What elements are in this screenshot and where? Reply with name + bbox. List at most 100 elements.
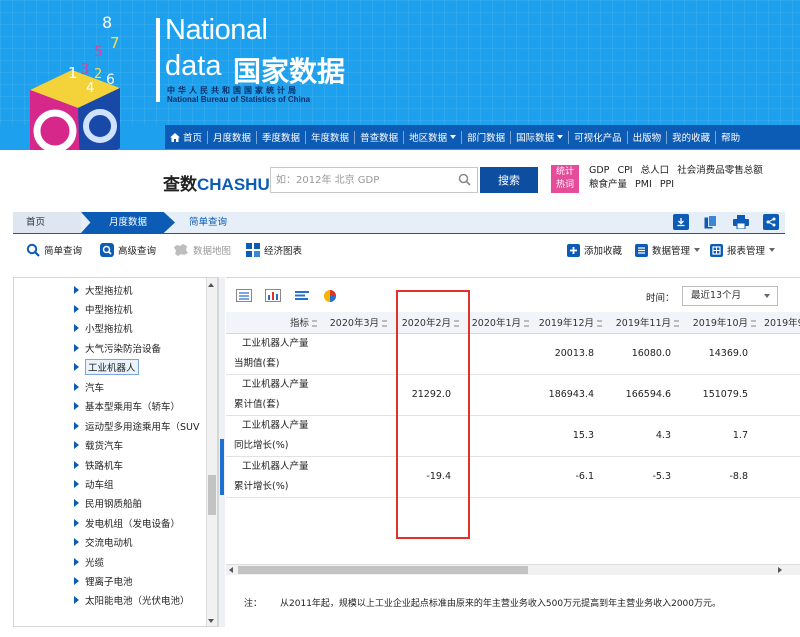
hot-word-link[interactable]: CPI xyxy=(617,165,632,176)
nav-item-monthly[interactable]: 月度数据 xyxy=(208,130,256,144)
copy-icon[interactable] xyxy=(703,214,719,230)
tree-item[interactable]: 运动型多用途乘用车（SUV xyxy=(74,418,199,434)
hot-word-link[interactable]: GDP xyxy=(589,165,609,176)
column-header[interactable]: 2019年11月 xyxy=(606,312,683,334)
nav-item-publications[interactable]: 出版物 xyxy=(628,130,667,144)
svg-text:4: 4 xyxy=(86,81,94,96)
hot-word-link[interactable]: PMI xyxy=(635,179,652,190)
tree-item[interactable]: 发电机组（发电设备） xyxy=(74,515,180,531)
tree-item[interactable]: 大型拖拉机 xyxy=(74,282,133,298)
print-icon[interactable] xyxy=(733,214,749,230)
svg-text:1: 1 xyxy=(68,64,78,82)
breadcrumb-monthly[interactable]: 月度数据 xyxy=(81,212,175,233)
tree-item[interactable]: 汽车 xyxy=(74,379,104,395)
table-horizontal-scrollbar[interactable] xyxy=(226,564,800,575)
scroll-down-arrow-icon[interactable] xyxy=(208,619,214,623)
column-header[interactable]: 指标 xyxy=(226,312,321,334)
nav-item-census[interactable]: 普查数据 xyxy=(355,130,403,144)
expand-arrow-icon xyxy=(74,363,79,371)
tree-item[interactable]: 基本型乘用车（轿车） xyxy=(74,398,180,414)
data-map-tool[interactable]: 数据地图 xyxy=(173,243,231,257)
hot-word-link[interactable]: PPI xyxy=(660,179,674,190)
value-cell xyxy=(321,374,391,416)
tree-item-selected[interactable]: 工业机器人 xyxy=(74,359,139,375)
tree-item-label: 发电机组（发电设备） xyxy=(85,519,181,530)
breadcrumb: 首页 月度数据 简单查询 xyxy=(13,212,785,234)
tree-item[interactable]: 民用钢质船舶 xyxy=(74,495,142,511)
search-button[interactable]: 搜索 xyxy=(480,167,538,193)
bar-chart-icon[interactable] xyxy=(265,289,281,302)
tree-item[interactable]: 交流电动机 xyxy=(74,534,133,550)
tree-scrollbar-thumb[interactable] xyxy=(208,475,216,515)
nav-item-my-favorites[interactable]: 我的收藏 xyxy=(667,130,715,144)
horizontal-scrollbar-thumb[interactable] xyxy=(238,566,528,574)
breadcrumb-simple-query[interactable]: 简单查询 xyxy=(168,212,248,233)
nav-item-home[interactable]: 首页 xyxy=(165,130,207,144)
nav-item-label: 季度数据 xyxy=(262,133,301,144)
economic-chart-tool[interactable]: 经济图表 xyxy=(246,243,302,257)
tree-scrollbar[interactable] xyxy=(206,278,217,626)
report-icon xyxy=(710,243,723,257)
chevron-down-icon xyxy=(450,135,457,139)
search-row: 查数CHASHU 搜索 统计 热词 GDP CPI 总人口 社会消费品零售总额 … xyxy=(0,150,800,208)
tree-item[interactable]: 中型拖拉机 xyxy=(74,301,133,317)
highlight-annotation-box xyxy=(396,290,470,539)
search-input[interactable] xyxy=(270,167,478,193)
svg-text:8: 8 xyxy=(102,13,112,32)
main-nav: 首页 月度数据 季度数据 年度数据 普查数据 地区数据 部门数据 国际数据 可视… xyxy=(165,125,800,149)
line-list-icon[interactable] xyxy=(294,289,310,302)
sort-icon xyxy=(382,320,387,328)
tree-item[interactable]: 锂离子电池 xyxy=(74,573,133,589)
data-manage-tool[interactable]: 数据管理 xyxy=(635,243,701,257)
simple-query-tool[interactable]: 简单查询 xyxy=(26,243,82,257)
expand-arrow-icon xyxy=(74,499,79,507)
table-view-icon[interactable] xyxy=(236,289,252,302)
column-header[interactable]: 2019年12月 xyxy=(533,312,606,334)
tree-item[interactable]: 光缆 xyxy=(74,554,104,570)
time-range-select[interactable]: 最近13个月 xyxy=(682,286,778,306)
scroll-left-arrow-icon[interactable] xyxy=(229,567,233,573)
nav-item-visualization[interactable]: 可视化产品 xyxy=(569,130,627,144)
column-header[interactable]: 2020年3月 xyxy=(321,312,391,334)
report-manage-tool[interactable]: 报表管理 xyxy=(710,243,776,257)
table-row: 工业机器人产量 累计值(套) 21292.0 186943.4 166594.6 … xyxy=(226,374,800,416)
add-favorite-tool[interactable]: 添加收藏 xyxy=(567,243,622,257)
pie-chart-icon[interactable] xyxy=(323,289,337,303)
hot-word-link[interactable]: 社会消费品零售总额 xyxy=(677,165,763,176)
panel-splitter[interactable] xyxy=(218,277,225,627)
data-table: 指标 2020年3月 2020年2月 2020年1月 2019年12月 2019… xyxy=(226,312,800,498)
nav-item-department[interactable]: 部门数据 xyxy=(462,130,510,144)
nav-item-help[interactable]: 帮助 xyxy=(716,130,745,144)
nav-item-quarterly[interactable]: 季度数据 xyxy=(257,130,305,144)
tree-item[interactable]: 小型拖拉机 xyxy=(74,320,133,336)
tree-item[interactable]: 铁路机车 xyxy=(74,457,123,473)
column-header[interactable]: 2019年10月 xyxy=(683,312,760,334)
breadcrumb-home[interactable]: 首页 xyxy=(13,212,81,233)
hot-word-link[interactable]: 粮食产量 xyxy=(589,179,627,190)
column-header[interactable]: 2020年1月 xyxy=(463,312,533,334)
value-cell: 186943.4 xyxy=(533,374,606,416)
value-cell: 15.3 xyxy=(533,415,606,457)
hot-word-link[interactable]: 总人口 xyxy=(641,165,670,176)
scroll-up-arrow-icon[interactable] xyxy=(208,283,214,287)
column-header[interactable]: 2019年9月 xyxy=(760,312,800,334)
expand-arrow-icon xyxy=(74,558,79,566)
download-icon[interactable] xyxy=(673,214,689,230)
value-cell xyxy=(760,456,800,498)
advanced-query-tool[interactable]: 高级查询 xyxy=(100,243,156,257)
splitter-handle[interactable] xyxy=(220,439,224,495)
search-icon[interactable] xyxy=(458,173,471,186)
tree-item[interactable]: 动车组 xyxy=(74,476,114,492)
nav-item-annual[interactable]: 年度数据 xyxy=(306,130,354,144)
value-cell xyxy=(760,415,800,457)
nav-item-international[interactable]: 国际数据 xyxy=(511,130,568,144)
value-cell: -6.1 xyxy=(533,456,606,498)
tree-item[interactable]: 大气污染防治设备 xyxy=(74,340,161,356)
tree-item[interactable]: 太阳能电池（光伏电池） xyxy=(74,592,190,608)
footnote-label: 注： xyxy=(244,599,263,609)
scroll-right-arrow-icon[interactable] xyxy=(778,567,782,573)
share-icon[interactable] xyxy=(763,214,779,230)
tree-item[interactable]: 载货汽车 xyxy=(74,437,123,453)
nav-item-regional[interactable]: 地区数据 xyxy=(404,130,461,144)
tree-item-label: 动车组 xyxy=(85,480,114,491)
